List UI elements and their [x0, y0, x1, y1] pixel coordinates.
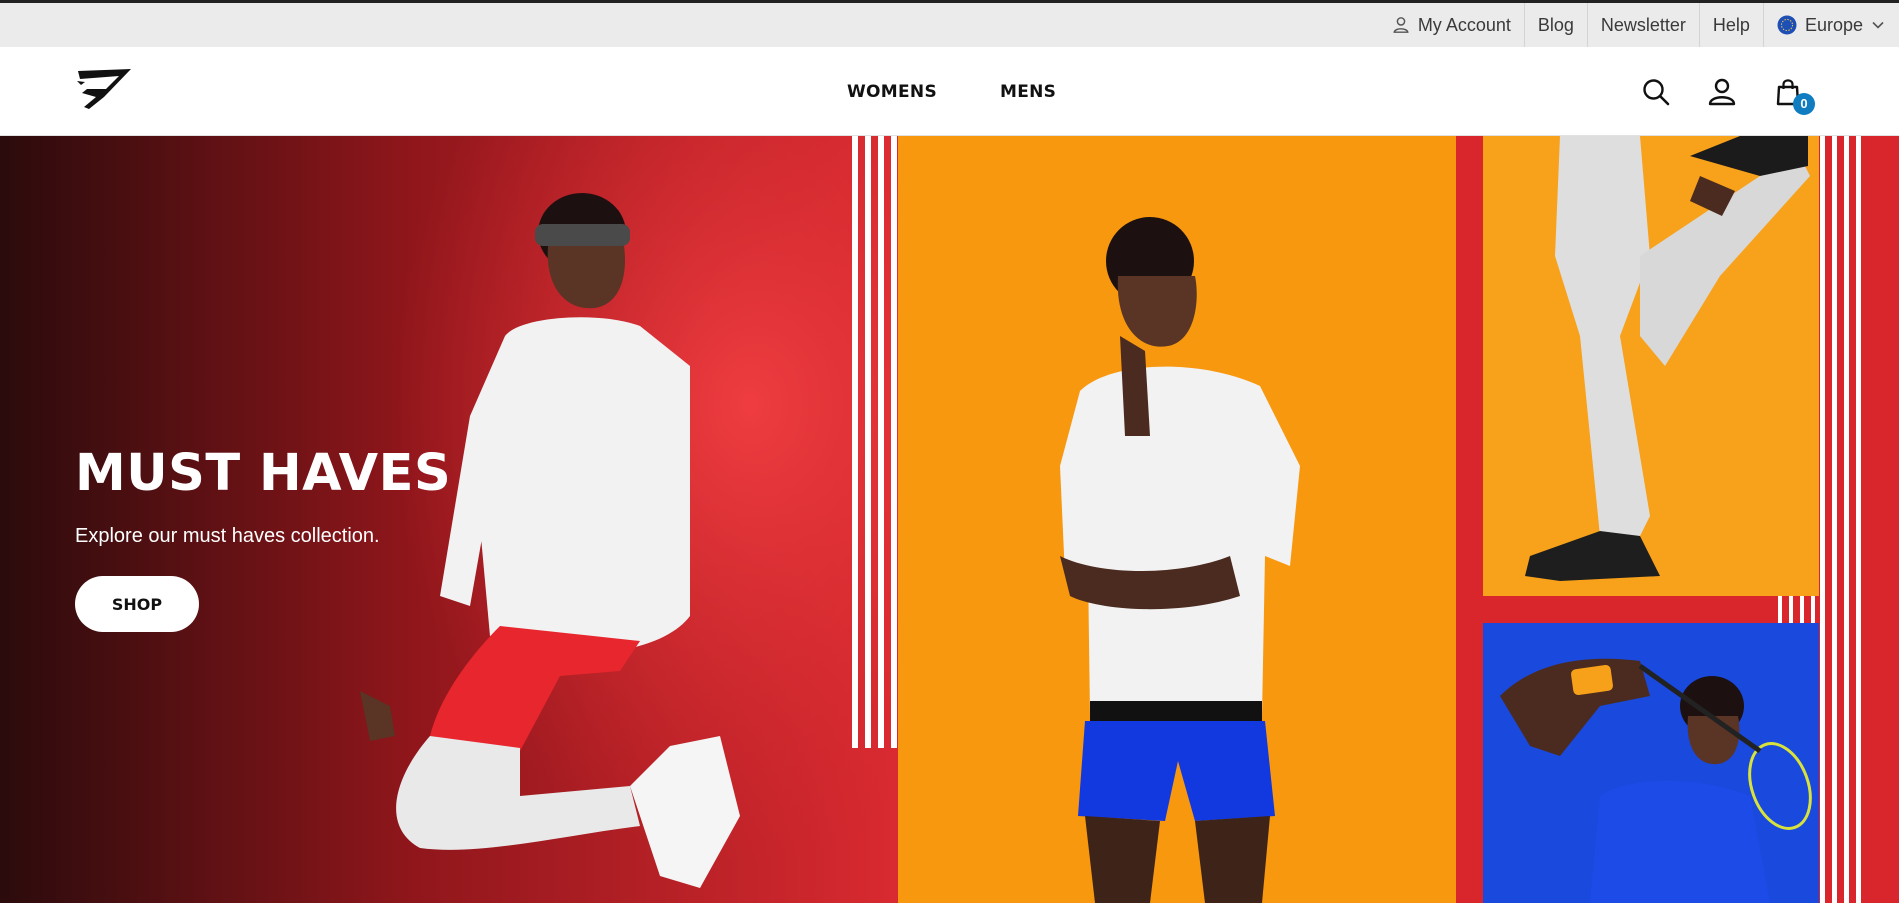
main-header: WOMENS MENS 0: [0, 47, 1899, 136]
blog-label: Blog: [1537, 14, 1574, 35]
eu-flag-icon: [1777, 15, 1797, 35]
search-button[interactable]: [1641, 77, 1671, 107]
account-button[interactable]: [1707, 77, 1737, 107]
region-selector[interactable]: Europe: [1762, 3, 1899, 47]
cart-count-badge: 0: [1793, 92, 1815, 115]
nav-womens[interactable]: WOMENS: [847, 82, 937, 102]
hero-content: MUST HAVES Explore our must haves collec…: [75, 448, 451, 632]
help-label: Help: [1712, 14, 1750, 35]
search-icon: [1643, 78, 1670, 105]
user-outline-icon: [1393, 17, 1409, 33]
newsletter-label: Newsletter: [1600, 14, 1686, 35]
my-account-label: My Account: [1417, 14, 1511, 35]
newsletter-link[interactable]: Newsletter: [1586, 3, 1699, 47]
region-label: Europe: [1804, 14, 1863, 35]
nav-mens[interactable]: MENS: [1000, 82, 1056, 102]
help-link[interactable]: Help: [1698, 3, 1763, 47]
shop-button[interactable]: SHOP: [75, 576, 199, 632]
header-icons: 0: [1641, 47, 1815, 136]
main-nav: WOMENS MENS: [847, 47, 1056, 136]
blog-link[interactable]: Blog: [1523, 3, 1587, 47]
hero-subtitle: Explore our must haves collection.: [75, 525, 380, 547]
hero-title: MUST HAVES: [75, 444, 452, 503]
user-icon: [1708, 78, 1736, 105]
gymshark-logo[interactable]: [74, 67, 134, 113]
chevron-down-icon: [1872, 21, 1884, 29]
my-account-link[interactable]: My Account: [1379, 3, 1524, 47]
utility-bar: My Account Blog Newsletter Help Europe: [0, 0, 1899, 47]
hero-banner[interactable]: MUST HAVES Explore our must haves collec…: [0, 136, 1899, 903]
cart-button[interactable]: 0: [1773, 77, 1815, 115]
